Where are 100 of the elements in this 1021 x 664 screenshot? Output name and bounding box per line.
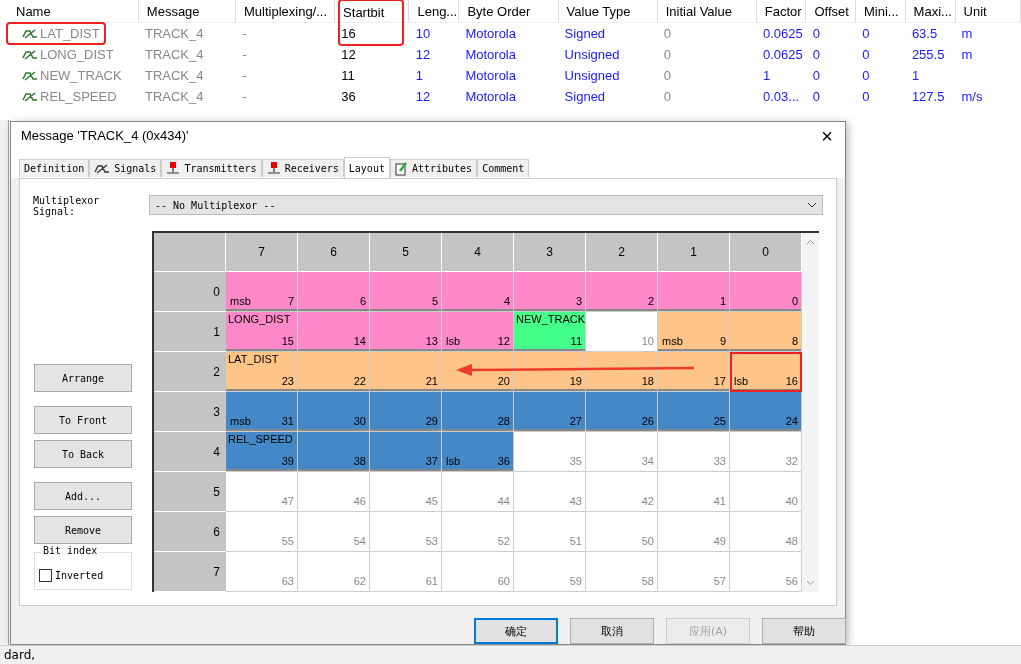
side-button[interactable]: Arrange	[34, 364, 132, 393]
chevron-down-icon[interactable]	[806, 580, 815, 587]
bit-cell[interactable]: 20	[442, 352, 514, 393]
column-header[interactable]: Leng...	[414, 1, 461, 21]
column-header[interactable]: Byte Order	[464, 1, 534, 21]
bit-cell[interactable]: msb 7	[226, 272, 298, 313]
bit-cell[interactable]: 5	[370, 272, 442, 313]
column-header[interactable]: Message	[143, 1, 203, 21]
bit-cell[interactable]: 28	[442, 392, 514, 433]
bit-cell[interactable]: 37	[370, 432, 442, 473]
bit-cell[interactable]: LAT_DIST 23	[226, 352, 298, 393]
bit-cell[interactable]: 50	[586, 512, 658, 553]
bit-cell[interactable]: 54	[298, 512, 370, 553]
bit-cell[interactable]: 2	[586, 272, 658, 313]
bit-cell[interactable]: LONG_DIST 15	[226, 312, 298, 353]
bit-cell[interactable]: 46	[298, 472, 370, 513]
bit-cell[interactable]: 24	[730, 392, 802, 433]
bit-cell[interactable]: 21	[370, 352, 442, 393]
bit-cell[interactable]: msb 9	[658, 312, 730, 353]
bit-cell[interactable]: 57	[658, 552, 730, 593]
multiplexor-dropdown[interactable]: -- No Multiplexor --	[149, 195, 823, 216]
column-header[interactable]: Mini...	[861, 1, 902, 21]
column-header[interactable]: Name	[13, 1, 54, 21]
side-button[interactable]: Add...	[34, 482, 132, 511]
bit-cell[interactable]: 38	[298, 432, 370, 473]
bit-cell[interactable]: 58	[586, 552, 658, 593]
signal-name-cell[interactable]: REL_SPEED	[8, 87, 121, 106]
column-header[interactable]: Maxi...	[910, 1, 955, 21]
bit-cell[interactable]: 55	[226, 512, 298, 553]
column-header[interactable]: Multiplexing/...	[240, 1, 331, 21]
side-button[interactable]: Remove	[34, 516, 132, 545]
dialog-button[interactable]: 取消	[570, 618, 654, 644]
bit-cell[interactable]: 63	[226, 552, 298, 593]
tab[interactable]: Comment	[477, 159, 530, 178]
bit-cell[interactable]: 51	[514, 512, 586, 553]
bit-cell[interactable]: 60	[442, 552, 514, 593]
signal-name-cell[interactable]: LAT_DIST	[8, 24, 104, 43]
column-header[interactable]: Value Type	[563, 1, 634, 21]
tab[interactable]: Transmitters	[161, 159, 262, 178]
tab[interactable]: Attributes	[389, 159, 478, 178]
bit-cell[interactable]: 27	[514, 392, 586, 433]
signal-name-cell[interactable]: NEW_TRACK	[8, 66, 126, 85]
bit-cell[interactable]: 8	[730, 312, 802, 353]
bit-cell[interactable]: 29	[370, 392, 442, 433]
tab[interactable]: Layout	[343, 157, 390, 179]
bit-cell[interactable]: lsb 36	[442, 432, 514, 473]
bit-cell[interactable]: NEW_TRACK 11	[514, 312, 586, 353]
bit-cell[interactable]: 34	[586, 432, 658, 473]
bit-cell[interactable]: 61	[370, 552, 442, 593]
dialog-button[interactable]: 帮助	[762, 618, 846, 644]
checkbox[interactable]	[39, 569, 52, 583]
bit-cell[interactable]: REL_SPEED 39	[226, 432, 298, 473]
bit-cell[interactable]: 13	[370, 312, 442, 353]
tab[interactable]: Receivers	[261, 159, 344, 178]
bit-cell[interactable]: 0	[730, 272, 802, 313]
bit-cell[interactable]: 45	[370, 472, 442, 513]
bit-cell[interactable]: 1	[658, 272, 730, 313]
bit-cell[interactable]: 62	[298, 552, 370, 593]
column-header[interactable]: Initial Value	[662, 1, 735, 21]
side-button[interactable]: To Front	[34, 406, 132, 435]
bit-cell[interactable]: 17	[658, 352, 730, 393]
bit-cell[interactable]: 14	[298, 312, 370, 353]
bit-cell[interactable]: 59	[514, 552, 586, 593]
column-header[interactable]: Factor	[761, 1, 805, 21]
column-header[interactable]: Offset	[811, 1, 852, 21]
bit-cell[interactable]: 33	[658, 432, 730, 473]
bit-cell[interactable]: 19	[514, 352, 586, 393]
bit-cell[interactable]: 49	[658, 512, 730, 553]
bit-cell[interactable]: 41	[658, 472, 730, 513]
bit-cell[interactable]: 44	[442, 472, 514, 513]
bit-cell[interactable]: 47	[226, 472, 298, 513]
bit-cell[interactable]: lsb 16	[730, 352, 802, 393]
bit-cell[interactable]: 32	[730, 432, 802, 473]
bit-cell[interactable]: 52	[442, 512, 514, 553]
bit-cell[interactable]: 53	[370, 512, 442, 553]
bit-cell[interactable]: msb 31	[226, 392, 298, 433]
side-button[interactable]: To Back	[34, 440, 132, 469]
bit-cell[interactable]: 42	[586, 472, 658, 513]
tab[interactable]: Definition	[19, 159, 90, 178]
column-header[interactable]: Unit	[960, 1, 990, 21]
bit-cell[interactable]: 22	[298, 352, 370, 393]
bit-cell[interactable]: 48	[730, 512, 802, 553]
tab[interactable]: Signals	[89, 159, 162, 178]
bit-cell[interactable]: 35	[514, 432, 586, 473]
bit-cell[interactable]: 10	[586, 312, 658, 353]
chevron-up-icon[interactable]	[806, 239, 815, 246]
bit-cell[interactable]: 6	[298, 272, 370, 313]
bit-cell[interactable]: 18	[586, 352, 658, 393]
bit-cell[interactable]: lsb 12	[442, 312, 514, 353]
bit-cell[interactable]: 4	[442, 272, 514, 313]
scrollbar[interactable]	[802, 233, 819, 593]
bit-cell[interactable]: 3	[514, 272, 586, 313]
bit-cell[interactable]: 43	[514, 472, 586, 513]
close-button[interactable]: ×	[817, 125, 837, 146]
bit-cell[interactable]: 30	[298, 392, 370, 433]
bit-cell[interactable]: 56	[730, 552, 802, 593]
dialog-button[interactable]: 确定	[474, 618, 558, 644]
bit-cell[interactable]: 25	[658, 392, 730, 433]
bit-cell[interactable]: 40	[730, 472, 802, 513]
signal-name-cell[interactable]: LONG_DIST	[8, 45, 118, 64]
